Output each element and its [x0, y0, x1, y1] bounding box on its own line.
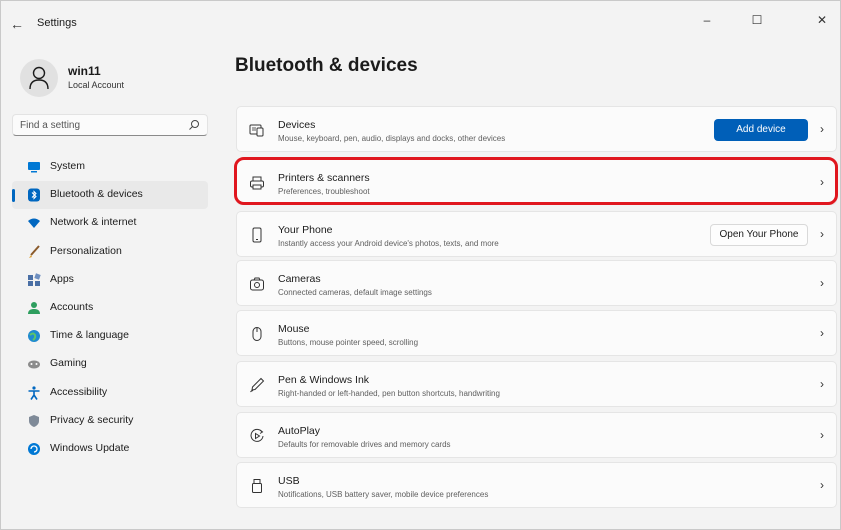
search-input[interactable]: Find a setting — [12, 114, 208, 136]
card-subtitle: Mouse, keyboard, pen, audio, displays an… — [278, 134, 506, 143]
devices-card[interactable]: Devices Mouse, keyboard, pen, audio, dis… — [236, 106, 837, 152]
search-placeholder: Find a setting — [20, 120, 81, 131]
sidebar-nav: System Bluetooth & devices Network & int… — [12, 153, 208, 463]
card-subtitle: Preferences, troubleshoot — [278, 187, 370, 196]
card-title: Your Phone — [278, 224, 333, 236]
sidebar-item-apps[interactable]: Apps — [12, 266, 208, 294]
cameras-card[interactable]: Cameras Connected cameras, default image… — [236, 260, 837, 306]
usb-card[interactable]: USB Notifications, USB battery saver, mo… — [236, 462, 837, 508]
sidebar-item-label: Privacy & security — [50, 413, 134, 426]
chevron-right-icon: › — [820, 478, 824, 492]
pen-icon — [250, 377, 265, 393]
update-icon — [28, 442, 40, 455]
monitor-icon — [28, 162, 40, 173]
search-icon[interactable] — [188, 119, 200, 131]
card-title: AutoPlay — [278, 425, 321, 437]
card-title: Cameras — [278, 273, 321, 285]
sidebar-item-accounts[interactable]: Accounts — [12, 294, 208, 322]
sidebar-item-label: Gaming — [50, 357, 87, 370]
card-title: USB — [278, 475, 300, 487]
chevron-right-icon: › — [820, 276, 824, 290]
devices-icon — [249, 124, 264, 137]
profile-account-type: Local Account — [68, 80, 125, 90]
sidebar-item-label: Network & internet — [50, 216, 137, 229]
sidebar-item-gaming[interactable]: Gaming — [12, 350, 208, 378]
card-subtitle: Instantly access your Android device's p… — [278, 239, 499, 248]
globe-clock-icon — [28, 330, 40, 343]
sidebar-item-system[interactable]: System — [12, 153, 208, 181]
app-title: Settings — [37, 17, 77, 29]
autoplay-card[interactable]: AutoPlay Defaults for removable drives a… — [236, 412, 837, 458]
title-bar: ← Settings – ☐ ✕ — [1, 1, 841, 45]
card-subtitle: Right-handed or left-handed, pen button … — [278, 389, 500, 398]
minimize-button[interactable]: – — [689, 5, 725, 35]
chevron-right-icon: › — [820, 428, 824, 442]
apps-icon — [28, 273, 41, 286]
mouse-icon — [252, 327, 262, 341]
usb-icon — [252, 479, 262, 493]
person-icon — [29, 66, 49, 90]
pen-windows-ink-card[interactable]: Pen & Windows Ink Right-handed or left-h… — [236, 361, 837, 407]
maximize-button[interactable]: ☐ — [739, 5, 775, 35]
card-subtitle: Connected cameras, default image setting… — [278, 288, 432, 297]
open-your-phone-button[interactable]: Open Your Phone — [710, 224, 808, 246]
chevron-right-icon: › — [820, 227, 824, 241]
card-title: Mouse — [278, 323, 310, 335]
sidebar-item-windows-update[interactable]: Windows Update — [12, 435, 208, 463]
sidebar-item-time-language[interactable]: Time & language — [12, 322, 208, 350]
card-title: Pen & Windows Ink — [278, 374, 370, 386]
settings-window: ← Settings – ☐ ✕ win11 Local Account Fin… — [0, 0, 841, 530]
printer-icon — [250, 176, 264, 190]
sidebar-item-personalization[interactable]: Personalization — [12, 238, 208, 266]
close-button[interactable]: ✕ — [804, 5, 840, 35]
mouse-card[interactable]: Mouse Buttons, mouse pointer speed, scro… — [236, 310, 837, 356]
sidebar-item-label: Personalization — [50, 244, 122, 257]
sidebar-item-label: Accounts — [50, 300, 94, 313]
chevron-right-icon: › — [820, 122, 824, 136]
accessibility-icon — [28, 385, 40, 400]
sidebar-item-label: Time & language — [50, 329, 129, 342]
card-subtitle: Notifications, USB battery saver, mobile… — [278, 490, 489, 499]
back-button[interactable]: ← — [7, 15, 27, 33]
bluetooth-icon — [28, 188, 40, 202]
shield-icon — [29, 414, 39, 427]
phone-icon — [252, 227, 262, 243]
autoplay-icon — [250, 428, 264, 442]
avatar[interactable] — [20, 59, 58, 97]
page-title: Bluetooth & devices — [235, 55, 418, 76]
sidebar-item-network[interactable]: Network & internet — [12, 209, 208, 237]
controller-icon — [28, 360, 40, 369]
brush-icon — [29, 244, 40, 258]
person-icon — [28, 301, 40, 314]
sidebar-item-label: Windows Update — [50, 441, 130, 454]
active-indicator — [12, 189, 15, 203]
printers-scanners-card[interactable]: Printers & scanners Preferences, trouble… — [236, 159, 837, 205]
card-title: Devices — [278, 119, 316, 131]
card-subtitle: Defaults for removable drives and memory… — [278, 440, 451, 449]
wifi-icon — [28, 218, 40, 229]
camera-icon — [250, 277, 264, 291]
sidebar-item-label: Bluetooth & devices — [50, 188, 143, 201]
card-title: Printers & scanners — [278, 172, 370, 184]
add-device-button[interactable]: Add device — [714, 119, 808, 141]
sidebar-item-privacy-security[interactable]: Privacy & security — [12, 407, 208, 435]
chevron-right-icon: › — [820, 377, 824, 391]
sidebar-item-label: Apps — [50, 272, 74, 285]
chevron-right-icon: › — [820, 326, 824, 340]
sidebar-item-label: System — [50, 160, 86, 172]
your-phone-card[interactable]: Your Phone Instantly access your Android… — [236, 211, 837, 257]
profile-name: win11 — [68, 64, 101, 78]
sidebar-item-accessibility[interactable]: Accessibility — [12, 379, 208, 407]
card-subtitle: Buttons, mouse pointer speed, scrolling — [278, 338, 419, 347]
chevron-right-icon: › — [820, 175, 824, 189]
sidebar-item-label: Accessibility — [50, 385, 108, 398]
sidebar-item-bluetooth-devices[interactable]: Bluetooth & devices — [12, 181, 208, 210]
